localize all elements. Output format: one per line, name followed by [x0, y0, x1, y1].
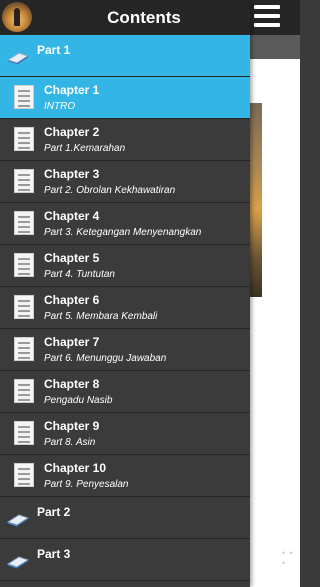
toc-chapter-10[interactable]: Chapter 10 Part 9. Penyesalan [0, 455, 250, 497]
page-icon [14, 127, 34, 151]
toc-chapter-2[interactable]: Chapter 2 Part 1.Kemarahan [0, 119, 250, 161]
book-icon [6, 52, 30, 65]
chapter-subtitle: Pengadu Nasib [44, 395, 113, 406]
toc-part-3[interactable]: Part 3 [0, 539, 250, 581]
chapter-subtitle: Part 6. Menunggu Jawaban [44, 353, 167, 364]
chapter-title: Chapter 9 [44, 419, 100, 433]
part-label: Part 2 [37, 505, 71, 519]
toc-chapter-9[interactable]: Chapter 9 Part 8. Asin [0, 413, 250, 455]
page-icon [14, 85, 34, 109]
chapter-title: Chapter 3 [44, 167, 100, 181]
table-of-contents-list: Part 1 Chapter 1 INTRO Chapter 2 Part 1.… [0, 35, 250, 587]
toc-chapter-4[interactable]: Chapter 4 Part 3. Ketegangan Menyenangka… [0, 203, 250, 245]
chapter-subtitle: INTRO [44, 101, 76, 112]
cover-photo [250, 103, 262, 297]
chapter-subtitle: Part 2. Obrolan Kekhawatiran [44, 185, 176, 196]
page-icon [14, 211, 34, 235]
toc-chapter-6[interactable]: Chapter 6 Part 5. Membara Kembali [0, 287, 250, 329]
toc-chapter-8[interactable]: Chapter 8 Pengadu Nasib [0, 371, 250, 413]
part-label: Part 3 [37, 547, 71, 561]
page-icon [14, 337, 34, 361]
page-icon [14, 253, 34, 277]
content-toolbar-strip [250, 35, 300, 59]
chapter-subtitle: Part 9. Penyesalan [44, 479, 129, 490]
toc-chapter-3[interactable]: Chapter 3 Part 2. Obrolan Kekhawatiran [0, 161, 250, 203]
page-indicator-icon: • • • [282, 548, 294, 568]
hamburger-menu-icon[interactable] [254, 5, 280, 29]
chapter-subtitle: Part 8. Asin [44, 437, 96, 448]
chapter-subtitle: Part 1.Kemarahan [44, 143, 126, 154]
page-icon [14, 295, 34, 319]
navigation-drawer: Contents Part 1 Chapter 1 INTRO Chapter … [0, 0, 250, 587]
page-icon [14, 169, 34, 193]
chapter-title: Chapter 1 [44, 83, 100, 97]
chapter-subtitle: Part 4. Tuntutan [44, 269, 115, 280]
chapter-subtitle: Part 3. Ketegangan Menyenangkan [44, 227, 202, 238]
book-icon [6, 556, 30, 569]
chapter-title: Chapter 6 [44, 293, 100, 307]
toc-chapter-7[interactable]: Chapter 7 Part 6. Menunggu Jawaban [0, 329, 250, 371]
chapter-title: Chapter 4 [44, 209, 100, 223]
drawer-header: Contents [0, 0, 250, 35]
toc-part-2[interactable]: Part 2 [0, 497, 250, 539]
page-icon [14, 421, 34, 445]
chapter-title: Chapter 10 [44, 461, 107, 475]
toc-chapter-5[interactable]: Chapter 5 Part 4. Tuntutan [0, 245, 250, 287]
book-cover-logo-icon[interactable] [2, 2, 32, 32]
chapter-title: Chapter 5 [44, 251, 100, 265]
toc-part-next[interactable] [0, 581, 250, 587]
toc-chapter-1[interactable]: Chapter 1 INTRO [0, 77, 250, 119]
chapter-title: Chapter 2 [44, 125, 100, 139]
drawer-title: Contents [107, 8, 181, 27]
chapter-subtitle: Part 5. Membara Kembali [44, 311, 158, 322]
book-icon [6, 514, 30, 527]
page-icon [14, 379, 34, 403]
part-label: Part 1 [37, 43, 71, 57]
chapter-title: Chapter 8 [44, 377, 100, 391]
chapter-title: Chapter 7 [44, 335, 100, 349]
toc-part-1[interactable]: Part 1 [0, 35, 250, 77]
page-icon [14, 463, 34, 487]
